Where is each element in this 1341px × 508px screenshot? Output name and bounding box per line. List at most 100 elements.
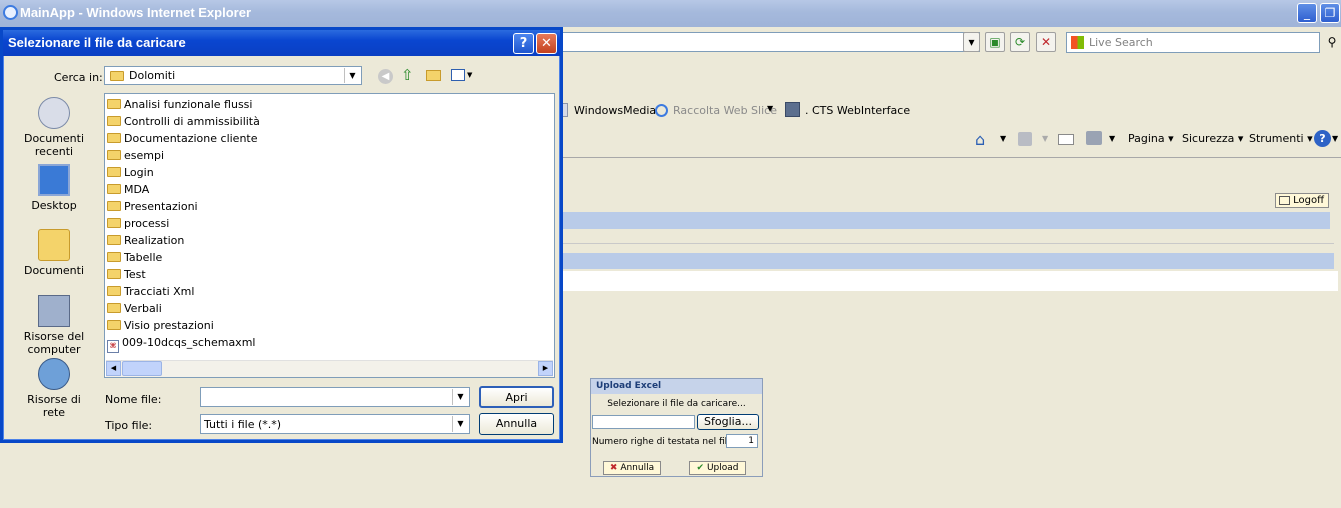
list-item[interactable]: ⌘ 009-10dcqs_schemaxml (107, 334, 256, 353)
upload-button-label: Upload (706, 463, 739, 473)
list-item[interactable]: Test (107, 266, 146, 283)
desktop-icon (38, 164, 70, 196)
dialog-titlebar: Selezionare il file da caricare ? ✕ (3, 30, 560, 56)
home-icon[interactable]: ⌂ (975, 130, 985, 149)
folder-icon (110, 71, 124, 81)
search-input[interactable]: Live Search (1066, 32, 1320, 53)
place-label-documents: Documenti (23, 264, 85, 277)
up-folder-icon[interactable]: ⇧ (401, 66, 414, 84)
dialog-close-button[interactable]: ✕ (536, 33, 557, 54)
print-dropdown-icon[interactable]: ▼ (1109, 134, 1115, 143)
menu-sicurezza-label: Sicurezza (1182, 132, 1235, 145)
place-network[interactable]: Risorse di rete (19, 358, 89, 419)
list-item[interactable]: Presentazioni (107, 198, 198, 215)
upload-button[interactable]: ✔ Upload (689, 461, 746, 475)
chevron-down-icon[interactable]: ▼ (344, 68, 360, 83)
list-item[interactable]: Tabelle (107, 249, 162, 266)
minimize-button[interactable]: _ (1297, 3, 1317, 23)
list-item[interactable]: Tracciati Xml (107, 283, 194, 300)
upload-excel-panel: Upload Excel Selezionare il file da cari… (590, 378, 763, 477)
help-icon[interactable]: ? (1314, 130, 1331, 147)
help-dropdown-icon[interactable]: ▼ (1332, 134, 1338, 143)
my-computer-icon (38, 295, 70, 327)
address-dropdown-button[interactable]: ▾ (963, 32, 980, 52)
browser-title: MainApp - Windows Internet Explorer (20, 5, 252, 20)
header-rows-input[interactable]: 1 (726, 434, 758, 448)
new-folder-icon[interactable] (426, 70, 441, 81)
address-bar[interactable] (556, 32, 980, 52)
mail-icon[interactable] (1058, 134, 1074, 145)
view-menu-dropdown-icon[interactable]: ▼ (467, 71, 472, 79)
open-button[interactable]: Apri (479, 386, 554, 408)
menu-strumenti[interactable]: Strumenti ▾ (1249, 132, 1313, 145)
filetype-select[interactable]: Tutti i file (*.*) ▼ (200, 414, 470, 434)
list-item[interactable]: MDA (107, 181, 149, 198)
dialog-help-button[interactable]: ? (513, 33, 534, 54)
file-list[interactable]: Analisi funzionale flussi Controlli di am… (104, 93, 555, 378)
list-item-label: Visio prestazioni (124, 319, 214, 332)
list-item[interactable]: Analisi funzionale flussi (107, 96, 252, 113)
place-recent-documents[interactable]: Documenti recenti (19, 97, 89, 158)
pdf-file-icon: ⌘ (107, 340, 119, 353)
list-item-label: Test (124, 268, 146, 281)
header-rows-label: Numero righe di testata nel file: (592, 437, 736, 447)
filetype-label: Tipo file: (105, 419, 153, 432)
browse-button[interactable]: Sfoglia... (697, 414, 759, 430)
menu-pagina[interactable]: Pagina ▾ (1128, 132, 1174, 145)
scroll-right-icon[interactable]: ▶ (538, 361, 553, 376)
upload-file-input[interactable] (592, 415, 695, 429)
scroll-thumb[interactable] (122, 361, 162, 376)
list-item-label: 009-10dcqs_schemaxml (122, 336, 256, 349)
network-icon (38, 358, 70, 390)
favorite-cts-webinterface[interactable]: . CTS WebInterface (805, 104, 910, 117)
filename-input[interactable]: ▼ (200, 387, 470, 407)
rss-dropdown-icon[interactable]: ▼ (1042, 134, 1048, 143)
folder-icon (107, 133, 121, 143)
rss-feed-icon[interactable] (1018, 132, 1032, 146)
filename-label: Nome file: (105, 393, 162, 406)
list-item[interactable]: esempi (107, 147, 164, 164)
chevron-down-icon[interactable]: ▼ (452, 416, 468, 432)
back-icon[interactable]: ◀ (378, 69, 393, 84)
stop-icon[interactable]: ✕ (1036, 32, 1056, 52)
list-item[interactable]: Documentazione cliente (107, 130, 258, 147)
upload-title: Upload Excel (591, 379, 762, 394)
menu-sicurezza[interactable]: Sicurezza ▾ (1182, 132, 1243, 145)
upload-cancel-button[interactable]: ✖ Annulla (603, 461, 661, 475)
filetype-value: Tutti i file (*.*) (204, 418, 282, 431)
list-item-label: esempi (124, 149, 165, 162)
list-item-label: Analisi funzionale flussi (124, 98, 253, 111)
folder-icon (107, 320, 121, 330)
list-item[interactable]: Controlli di ammissibilità (107, 113, 260, 130)
refresh-icon[interactable]: ⟳ (1010, 32, 1030, 52)
logoff-button[interactable]: Logoff (1275, 193, 1329, 208)
list-item-label: Tracciati Xml (124, 285, 195, 298)
favorite-dropdown-icon[interactable]: ▼ (767, 104, 773, 113)
list-item[interactable]: Verbali (107, 300, 162, 317)
home-dropdown-icon[interactable]: ▼ (1000, 134, 1006, 143)
cancel-x-icon: ✖ (609, 463, 618, 473)
folder-icon (107, 303, 121, 313)
list-item[interactable]: Login (107, 164, 154, 181)
compatibility-view-icon[interactable]: ▣ (985, 32, 1005, 52)
favorite-raccolta-web-slice[interactable]: Raccolta Web Slice (673, 104, 777, 117)
place-documents[interactable]: Documenti (19, 229, 89, 277)
folder-icon (107, 167, 121, 177)
list-item[interactable]: processi (107, 215, 169, 232)
horizontal-scrollbar[interactable]: ◀ ▶ (106, 360, 553, 377)
look-in-combo[interactable]: Dolomiti ▼ (104, 66, 362, 85)
place-desktop[interactable]: Desktop (19, 164, 89, 212)
chevron-down-icon[interactable]: ▼ (452, 389, 468, 405)
view-menu-icon[interactable] (451, 69, 465, 81)
place-my-computer[interactable]: Risorse del computer (19, 295, 89, 356)
favorite-windowsmedia[interactable]: WindowsMedia (574, 104, 656, 117)
dialog-cancel-button[interactable]: Annulla (479, 413, 554, 435)
scroll-left-icon[interactable]: ◀ (106, 361, 121, 376)
list-item[interactable]: Realization (107, 232, 184, 249)
print-icon[interactable] (1086, 131, 1102, 145)
restore-button[interactable]: ❐ (1320, 3, 1340, 23)
list-item[interactable]: Visio prestazioni (107, 317, 214, 334)
search-icon[interactable]: ⚲ (1323, 32, 1341, 52)
cts-page-icon (785, 102, 800, 117)
place-label-recent: Documenti recenti (23, 132, 85, 158)
